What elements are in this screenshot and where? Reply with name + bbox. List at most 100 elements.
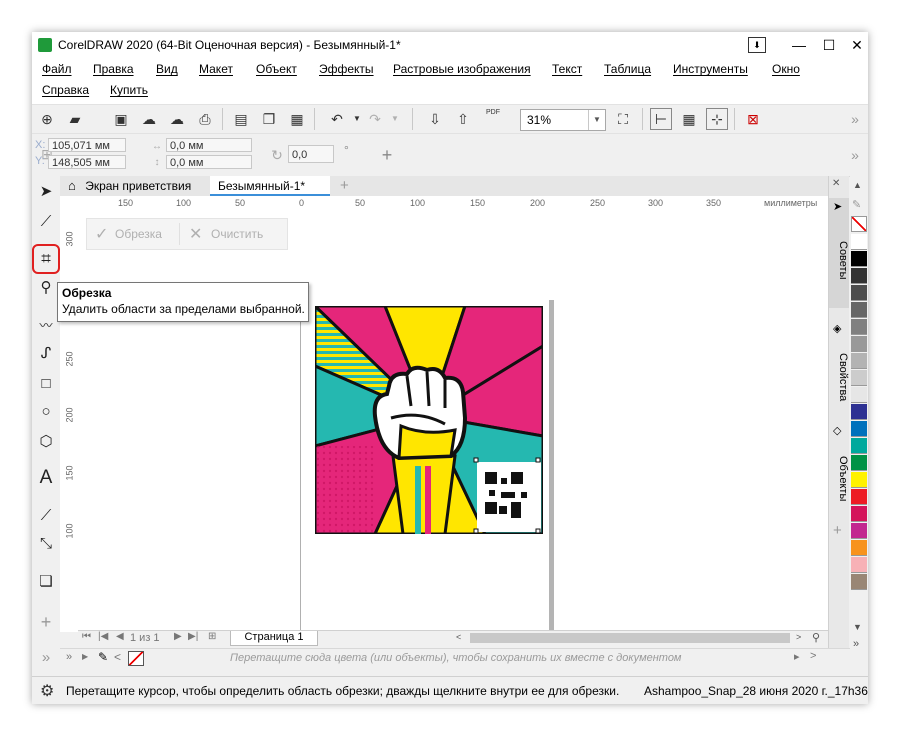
no-color-swatch[interactable]: [851, 216, 867, 232]
menu-layout[interactable]: Макет: [199, 62, 233, 76]
redo-icon[interactable]: ↷: [364, 108, 386, 130]
menu-bitmaps[interactable]: Растровые изображения: [393, 62, 531, 76]
menu-object[interactable]: Объект: [256, 62, 297, 76]
guidelines-toggle-icon[interactable]: ⊹: [706, 108, 728, 130]
add-docker-icon[interactable]: +: [833, 522, 842, 539]
polygon-tool-icon[interactable]: ⬡: [34, 430, 58, 454]
open-folder-icon[interactable]: ▰: [64, 108, 86, 130]
prev-page-icon[interactable]: ◀: [116, 631, 124, 642]
page-tab[interactable]: Страница 1: [230, 631, 318, 646]
toolbox-overflow-icon[interactable]: »: [34, 646, 58, 670]
crop-clear-button[interactable]: Очистить: [211, 227, 263, 241]
palette-menu-icon[interactable]: ▶: [82, 652, 88, 661]
menu-window[interactable]: Окно: [772, 62, 800, 76]
color-swatch[interactable]: [851, 472, 867, 488]
menu-effects[interactable]: Эффекты: [319, 62, 374, 76]
no-color-swatch[interactable]: [128, 651, 144, 666]
expand-icon[interactable]: »: [66, 651, 72, 663]
scroll-right-icon[interactable]: >: [796, 632, 801, 642]
paste-icon[interactable]: ▦: [286, 108, 308, 130]
pick-tool-icon[interactable]: ➤: [34, 180, 58, 204]
new-document-icon[interactable]: ⊕: [36, 108, 58, 130]
tab-objects[interactable]: ◇ Объекты: [829, 422, 849, 512]
rulers-toggle-icon[interactable]: ⊢: [650, 108, 672, 130]
import-icon[interactable]: ⇩: [424, 108, 446, 130]
copy-icon[interactable]: ❐: [258, 108, 280, 130]
account-icon[interactable]: ⬇: [748, 37, 766, 53]
color-swatch[interactable]: [851, 574, 867, 590]
export-icon[interactable]: ⇧: [452, 108, 474, 130]
add-tool-icon[interactable]: +: [34, 610, 58, 634]
y-position-field[interactable]: 148,505 мм: [48, 155, 126, 169]
redo-dropdown-icon[interactable]: ▼: [384, 108, 406, 130]
rotation-angle-field[interactable]: 0,0: [288, 145, 334, 163]
ellipse-tool-icon[interactable]: ○: [34, 400, 58, 424]
last-page-icon[interactable]: ▶|: [188, 631, 198, 642]
tab-document[interactable]: Безымянный-1*: [210, 176, 330, 196]
color-swatch[interactable]: [851, 251, 867, 267]
color-swatch[interactable]: [851, 540, 867, 556]
color-swatch[interactable]: [851, 489, 867, 505]
close-button[interactable]: ✕: [840, 32, 868, 58]
menu-buy[interactable]: Купить: [110, 83, 148, 97]
color-swatch[interactable]: [851, 268, 867, 284]
eyedropper-icon[interactable]: ✎: [98, 650, 108, 664]
color-swatch[interactable]: [851, 421, 867, 437]
palette-scroll-down-icon[interactable]: ▼: [853, 622, 862, 632]
color-swatch[interactable]: [851, 285, 867, 301]
print-icon[interactable]: ⎙: [194, 108, 216, 130]
color-swatch[interactable]: [851, 234, 867, 250]
first-page-icon[interactable]: ⏮: [82, 631, 91, 642]
zoom-tool-icon[interactable]: ⚲: [34, 276, 58, 300]
horizontal-scroll-thumb[interactable]: [470, 633, 790, 643]
color-swatch[interactable]: [851, 438, 867, 454]
zoom-navigator-icon[interactable]: ⚲: [812, 631, 820, 644]
freehand-tool-icon[interactable]: 〰: [34, 314, 58, 338]
color-swatch[interactable]: [851, 302, 867, 318]
next-page-icon[interactable]: ▶: [174, 631, 182, 642]
cloud-download-icon[interactable]: ☁: [166, 108, 188, 130]
cut-icon[interactable]: ▤: [230, 108, 252, 130]
menu-tools[interactable]: Инструменты: [673, 62, 748, 76]
zoom-level-select[interactable]: 31% ▼: [520, 109, 606, 131]
snap-off-icon[interactable]: ⊠: [742, 108, 764, 130]
rectangle-tool-icon[interactable]: □: [34, 372, 58, 396]
menu-text[interactable]: Текст: [552, 62, 582, 76]
color-swatch[interactable]: [851, 506, 867, 522]
add-page-icon[interactable]: ⊞: [208, 631, 216, 642]
gear-icon[interactable]: ⚙: [40, 681, 54, 701]
height-field[interactable]: 0,0 мм: [166, 155, 252, 169]
save-icon[interactable]: ▣: [110, 108, 132, 130]
add-tab-icon[interactable]: +: [332, 176, 357, 196]
tab-hints[interactable]: ➤ Советы: [829, 198, 849, 308]
export-pdf-icon[interactable]: PDF: [482, 108, 504, 130]
menu-edit[interactable]: Правка: [93, 62, 134, 76]
color-swatch[interactable]: [851, 353, 867, 369]
tab-properties[interactable]: ◈ Свойства: [829, 320, 849, 410]
scroll-left-icon[interactable]: <: [456, 632, 461, 642]
crop-apply-button[interactable]: Обрезка: [115, 227, 162, 241]
x-position-field[interactable]: 105,071 мм: [48, 138, 126, 152]
drawing-canvas[interactable]: ✓ Обрезка ✕ Очистить: [78, 214, 828, 632]
cloud-upload-icon[interactable]: ☁: [138, 108, 160, 130]
text-tool-icon[interactable]: A: [34, 466, 58, 490]
color-swatch[interactable]: [851, 523, 867, 539]
undo-icon[interactable]: ↶: [326, 108, 348, 130]
palette-scroll-up-icon[interactable]: ▲: [853, 180, 862, 190]
drop-shadow-tool-icon[interactable]: ❏: [34, 570, 58, 594]
propertybar-overflow-icon[interactable]: »: [844, 144, 866, 166]
menu-view[interactable]: Вид: [156, 62, 178, 76]
artistic-media-tool-icon[interactable]: ᔑ: [34, 342, 58, 366]
connector-tool-icon[interactable]: ⤡: [34, 532, 58, 556]
dimension-tool-icon[interactable]: ⟋: [34, 504, 58, 528]
menu-file[interactable]: Файл: [42, 62, 72, 76]
toolbar-overflow-icon[interactable]: »: [844, 108, 866, 130]
crop-tool-icon[interactable]: ⌗: [34, 247, 58, 271]
minimize-button[interactable]: —: [782, 32, 816, 58]
color-swatch[interactable]: [851, 319, 867, 335]
scroll-right-icon[interactable]: ▸: [794, 650, 800, 663]
first-page-icon[interactable]: |◀: [98, 631, 108, 642]
tab-welcome[interactable]: ⌂ Экран приветствия: [60, 176, 199, 196]
pop-art-fist-image[interactable]: [315, 306, 543, 534]
menu-table[interactable]: Таблица: [604, 62, 651, 76]
